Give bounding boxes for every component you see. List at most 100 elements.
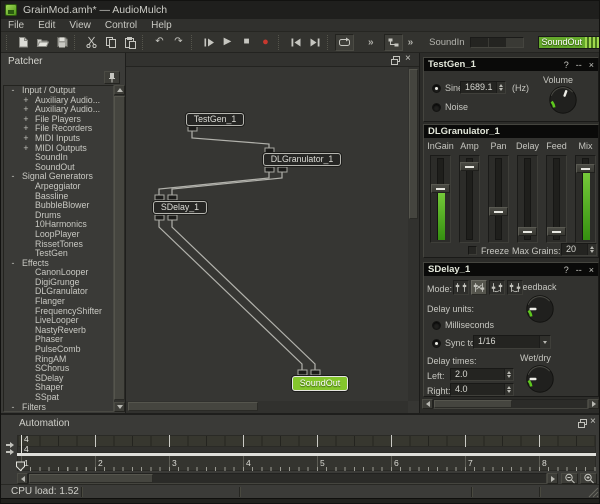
collapse-button[interactable]: -- — [576, 265, 582, 275]
tree-item-testgen[interactable]: TestGen — [4, 249, 113, 259]
help-button[interactable]: ? — [564, 265, 569, 275]
right-delay-spinner[interactable] — [504, 384, 513, 395]
canvas-dock-titlebar[interactable]: × — [126, 53, 419, 67]
slider-track[interactable] — [488, 155, 509, 243]
left-delay-field[interactable]: 2.0 — [450, 368, 514, 381]
max-grains-field[interactable]: 20 — [561, 243, 597, 256]
close-button[interactable]: × — [589, 265, 594, 275]
expand-glyph[interactable]: - — [8, 86, 18, 96]
menu-file[interactable]: File — [1, 19, 31, 32]
paste-button[interactable] — [120, 34, 139, 51]
feedback-knob[interactable] — [525, 294, 555, 324]
properties-hscrollbar[interactable] — [420, 398, 600, 410]
mode-cross-button[interactable] — [471, 280, 487, 295]
float-panel-button[interactable] — [391, 56, 400, 65]
expand-glyph[interactable]: - — [8, 403, 18, 412]
stop-button[interactable]: ■ — [237, 34, 256, 51]
patcher-view-button[interactable] — [384, 34, 403, 51]
toolbar-overflow-chevron[interactable]: » — [368, 37, 374, 48]
menu-help[interactable]: Help — [144, 19, 179, 32]
scroll-up-button[interactable] — [114, 85, 125, 95]
hscroll-thumb[interactable] — [434, 400, 512, 408]
resize-grip[interactable] — [588, 487, 599, 498]
go-to-start-button[interactable] — [286, 34, 305, 51]
close-panel-button[interactable]: × — [590, 416, 596, 427]
module-tree[interactable]: -Input / Output+Auxiliary Audio...+Auxil… — [3, 85, 114, 412]
float-panel-button[interactable] — [578, 419, 587, 428]
noise-radio[interactable] — [432, 103, 441, 112]
close-panel-button[interactable]: × — [405, 53, 411, 64]
tree-item-sspat[interactable]: SSpat — [4, 393, 113, 403]
scroll-left-button[interactable] — [422, 399, 433, 409]
expand-glyph[interactable]: - — [8, 172, 18, 182]
sine-radio[interactable] — [432, 84, 441, 93]
save-file-button[interactable] — [52, 34, 71, 51]
slider-handle[interactable] — [431, 184, 450, 193]
canvas-hscrollbar[interactable] — [126, 401, 408, 413]
automation-follow-icon[interactable] — [5, 441, 16, 455]
scroll-down-button[interactable] — [114, 402, 125, 412]
max-grains-spinner[interactable] — [587, 244, 596, 255]
tree-item-filters[interactable]: -Filters — [4, 403, 113, 412]
frequency-field[interactable]: 1689.1 — [460, 81, 506, 94]
node-testgen_1[interactable]: TestGen_1 — [186, 113, 244, 126]
canvas-hscroll-thumb[interactable] — [128, 402, 258, 411]
tree-scroll-thumb[interactable] — [114, 96, 125, 400]
canvas-vscrollbar[interactable] — [408, 67, 419, 401]
slider-handle[interactable] — [489, 207, 508, 216]
slider-track[interactable] — [517, 155, 538, 243]
wetdry-knob[interactable] — [525, 364, 555, 394]
loop-button[interactable] — [335, 34, 354, 51]
pin-button[interactable] — [104, 71, 120, 84]
freeze-checkbox[interactable] — [468, 246, 477, 255]
slider-handle[interactable] — [518, 227, 537, 236]
patcher-canvas[interactable]: × — [126, 53, 419, 413]
slider-handle[interactable] — [547, 227, 566, 236]
new-file-button[interactable] — [14, 34, 33, 51]
dlgranulator-panel-header[interactable]: DLGranulator_1 — [424, 125, 598, 138]
zoom-out-button[interactable] — [561, 473, 578, 484]
canvas-body[interactable]: TestGen_1 DLGranulator_1 SDelay_1 SoundOut — [126, 67, 408, 401]
right-delay-field[interactable]: 4.0 — [450, 383, 514, 396]
node-sdelay_1[interactable]: SDelay_1 — [153, 201, 207, 214]
go-to-end-button[interactable] — [305, 34, 324, 51]
slider-handle[interactable] — [460, 162, 479, 171]
cut-button[interactable] — [82, 34, 101, 51]
scroll-right-button[interactable] — [588, 399, 599, 409]
toolbar-overflow-chevron-2[interactable]: » — [408, 37, 414, 48]
node-dlgranulator_1[interactable]: DLGranulator_1 — [263, 153, 341, 166]
slider-track[interactable] — [575, 155, 596, 243]
testgen-panel-header[interactable]: TestGen_1 ? -- × — [424, 58, 598, 71]
menu-view[interactable]: View — [62, 19, 98, 32]
automation-scroll-thumb[interactable] — [29, 474, 153, 483]
sdelay-panel-header[interactable]: SDelay_1 ? -- × — [424, 263, 598, 276]
title-bar[interactable]: GrainMod.amh* — AudioMulch — [1, 1, 600, 19]
play-from-cursor-button[interactable] — [199, 34, 218, 51]
slider-track[interactable] — [546, 155, 567, 243]
scroll-left-button[interactable] — [17, 473, 28, 484]
left-delay-spinner[interactable] — [504, 369, 513, 380]
frequency-spinner[interactable] — [496, 82, 505, 93]
canvas-vscroll-thumb[interactable] — [409, 69, 418, 219]
redo-button[interactable]: ↷ — [169, 34, 188, 51]
dropdown-button[interactable] — [539, 336, 550, 348]
node-soundout[interactable]: SoundOut — [292, 376, 348, 391]
menu-control[interactable]: Control — [98, 19, 144, 32]
slider-track[interactable] — [430, 155, 451, 243]
scroll-right-button[interactable] — [547, 473, 558, 484]
expand-glyph[interactable]: - — [8, 259, 18, 269]
menu-edit[interactable]: Edit — [31, 19, 62, 32]
slider-handle[interactable] — [576, 164, 595, 173]
open-file-button[interactable] — [33, 34, 52, 51]
volume-knob[interactable] — [548, 85, 578, 115]
tree-scrollbar[interactable] — [114, 85, 125, 412]
play-button[interactable]: ▶ — [218, 34, 237, 51]
help-button[interactable]: ? — [564, 60, 569, 70]
mode-feedback-left-button[interactable] — [489, 280, 505, 295]
close-button[interactable]: × — [589, 60, 594, 70]
collapse-button[interactable]: -- — [576, 60, 582, 70]
record-button[interactable]: ● — [256, 34, 275, 51]
sync-to-radio[interactable] — [432, 339, 441, 348]
mode-straight-button[interactable] — [453, 280, 469, 295]
undo-button[interactable]: ↶ — [150, 34, 169, 51]
